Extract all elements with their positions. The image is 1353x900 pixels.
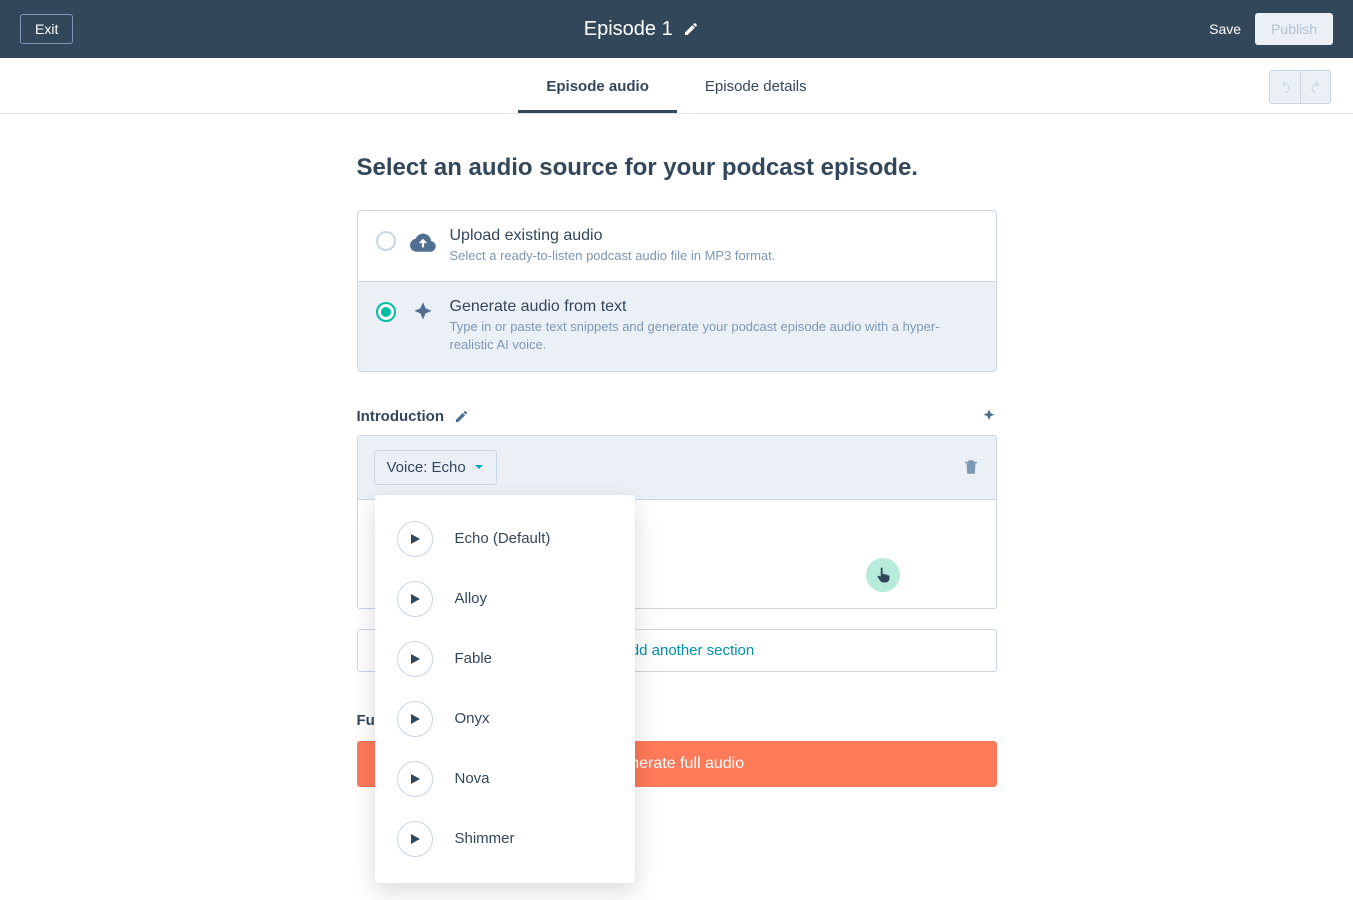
source-upload-text: Upload existing audio Select a ready-to-… bbox=[450, 227, 978, 265]
voice-option-nova[interactable]: Nova bbox=[375, 749, 635, 809]
sparkle-icon[interactable] bbox=[981, 408, 997, 424]
voice-option-echo[interactable]: Echo (Default) bbox=[375, 509, 635, 569]
source-generate-title: Generate audio from text bbox=[450, 298, 978, 316]
audio-source-options: Upload existing audio Select a ready-to-… bbox=[357, 210, 997, 372]
voice-option-label: Fable bbox=[455, 650, 493, 667]
page-heading: Select an audio source for your podcast … bbox=[357, 154, 997, 182]
play-icon[interactable] bbox=[397, 641, 433, 677]
voice-option-onyx[interactable]: Onyx bbox=[375, 689, 635, 749]
introduction-label-row: Introduction bbox=[357, 408, 997, 425]
top-bar: Exit Episode 1 Save Publish bbox=[0, 0, 1353, 58]
cloud-upload-icon bbox=[410, 229, 436, 255]
exit-button[interactable]: Exit bbox=[20, 14, 73, 44]
source-upload-desc: Select a ready-to-listen podcast audio f… bbox=[450, 247, 978, 265]
pencil-icon[interactable] bbox=[683, 21, 699, 37]
voice-option-shimmer[interactable]: Shimmer bbox=[375, 809, 635, 869]
play-icon[interactable] bbox=[397, 761, 433, 797]
voice-option-label: Shimmer bbox=[455, 830, 515, 847]
play-icon[interactable] bbox=[397, 521, 433, 557]
voice-option-label: Alloy bbox=[455, 590, 488, 607]
add-section-label: Add another section bbox=[621, 642, 754, 659]
play-icon[interactable] bbox=[397, 701, 433, 737]
undo-button[interactable] bbox=[1270, 71, 1300, 103]
topbar-actions: Save Publish bbox=[1209, 13, 1333, 45]
introduction-label: Introduction bbox=[357, 408, 444, 425]
source-upload-title: Upload existing audio bbox=[450, 227, 978, 245]
source-generate-desc: Type in or paste text snippets and gener… bbox=[450, 318, 978, 354]
save-link[interactable]: Save bbox=[1209, 21, 1241, 37]
redo-icon bbox=[1308, 80, 1324, 94]
sparkle-icon bbox=[410, 300, 436, 326]
undo-icon bbox=[1277, 80, 1293, 94]
introduction-card-header: Voice: Echo Echo (Default) Alloy Fable bbox=[358, 436, 996, 500]
radio-generate[interactable] bbox=[376, 302, 396, 322]
source-upload[interactable]: Upload existing audio Select a ready-to-… bbox=[358, 211, 996, 281]
trash-icon[interactable] bbox=[962, 458, 980, 476]
voice-option-label: Nova bbox=[455, 770, 490, 787]
redo-button[interactable] bbox=[1300, 71, 1330, 103]
undo-redo-group bbox=[1269, 70, 1331, 104]
voice-dropdown-label: Voice: Echo bbox=[387, 459, 466, 476]
voice-option-label: Onyx bbox=[455, 710, 490, 727]
episode-title: Episode 1 bbox=[584, 18, 673, 41]
pencil-icon[interactable] bbox=[454, 409, 469, 424]
source-generate[interactable]: Generate audio from text Type in or past… bbox=[358, 281, 996, 370]
play-icon[interactable] bbox=[397, 821, 433, 857]
caret-down-icon bbox=[474, 462, 484, 472]
voice-dropdown[interactable]: Voice: Echo Echo (Default) Alloy Fable bbox=[374, 450, 497, 485]
tab-episode-audio[interactable]: Episode audio bbox=[518, 63, 677, 113]
introduction-card: Voice: Echo Echo (Default) Alloy Fable bbox=[357, 435, 997, 609]
publish-button[interactable]: Publish bbox=[1255, 13, 1333, 45]
source-generate-text: Generate audio from text Type in or past… bbox=[450, 298, 978, 354]
tab-episode-details[interactable]: Episode details bbox=[677, 63, 835, 113]
main-content: Select an audio source for your podcast … bbox=[357, 154, 997, 787]
voice-option-fable[interactable]: Fable bbox=[375, 629, 635, 689]
voice-option-label: Echo (Default) bbox=[455, 530, 551, 547]
episode-title-wrap: Episode 1 bbox=[584, 18, 699, 41]
voice-option-alloy[interactable]: Alloy bbox=[375, 569, 635, 629]
tabs: Episode audio Episode details bbox=[518, 63, 834, 113]
secondary-bar: Episode audio Episode details bbox=[0, 58, 1353, 114]
voice-dropdown-menu[interactable]: Echo (Default) Alloy Fable Onyx bbox=[375, 495, 635, 883]
radio-upload[interactable] bbox=[376, 231, 396, 251]
play-icon[interactable] bbox=[397, 581, 433, 617]
